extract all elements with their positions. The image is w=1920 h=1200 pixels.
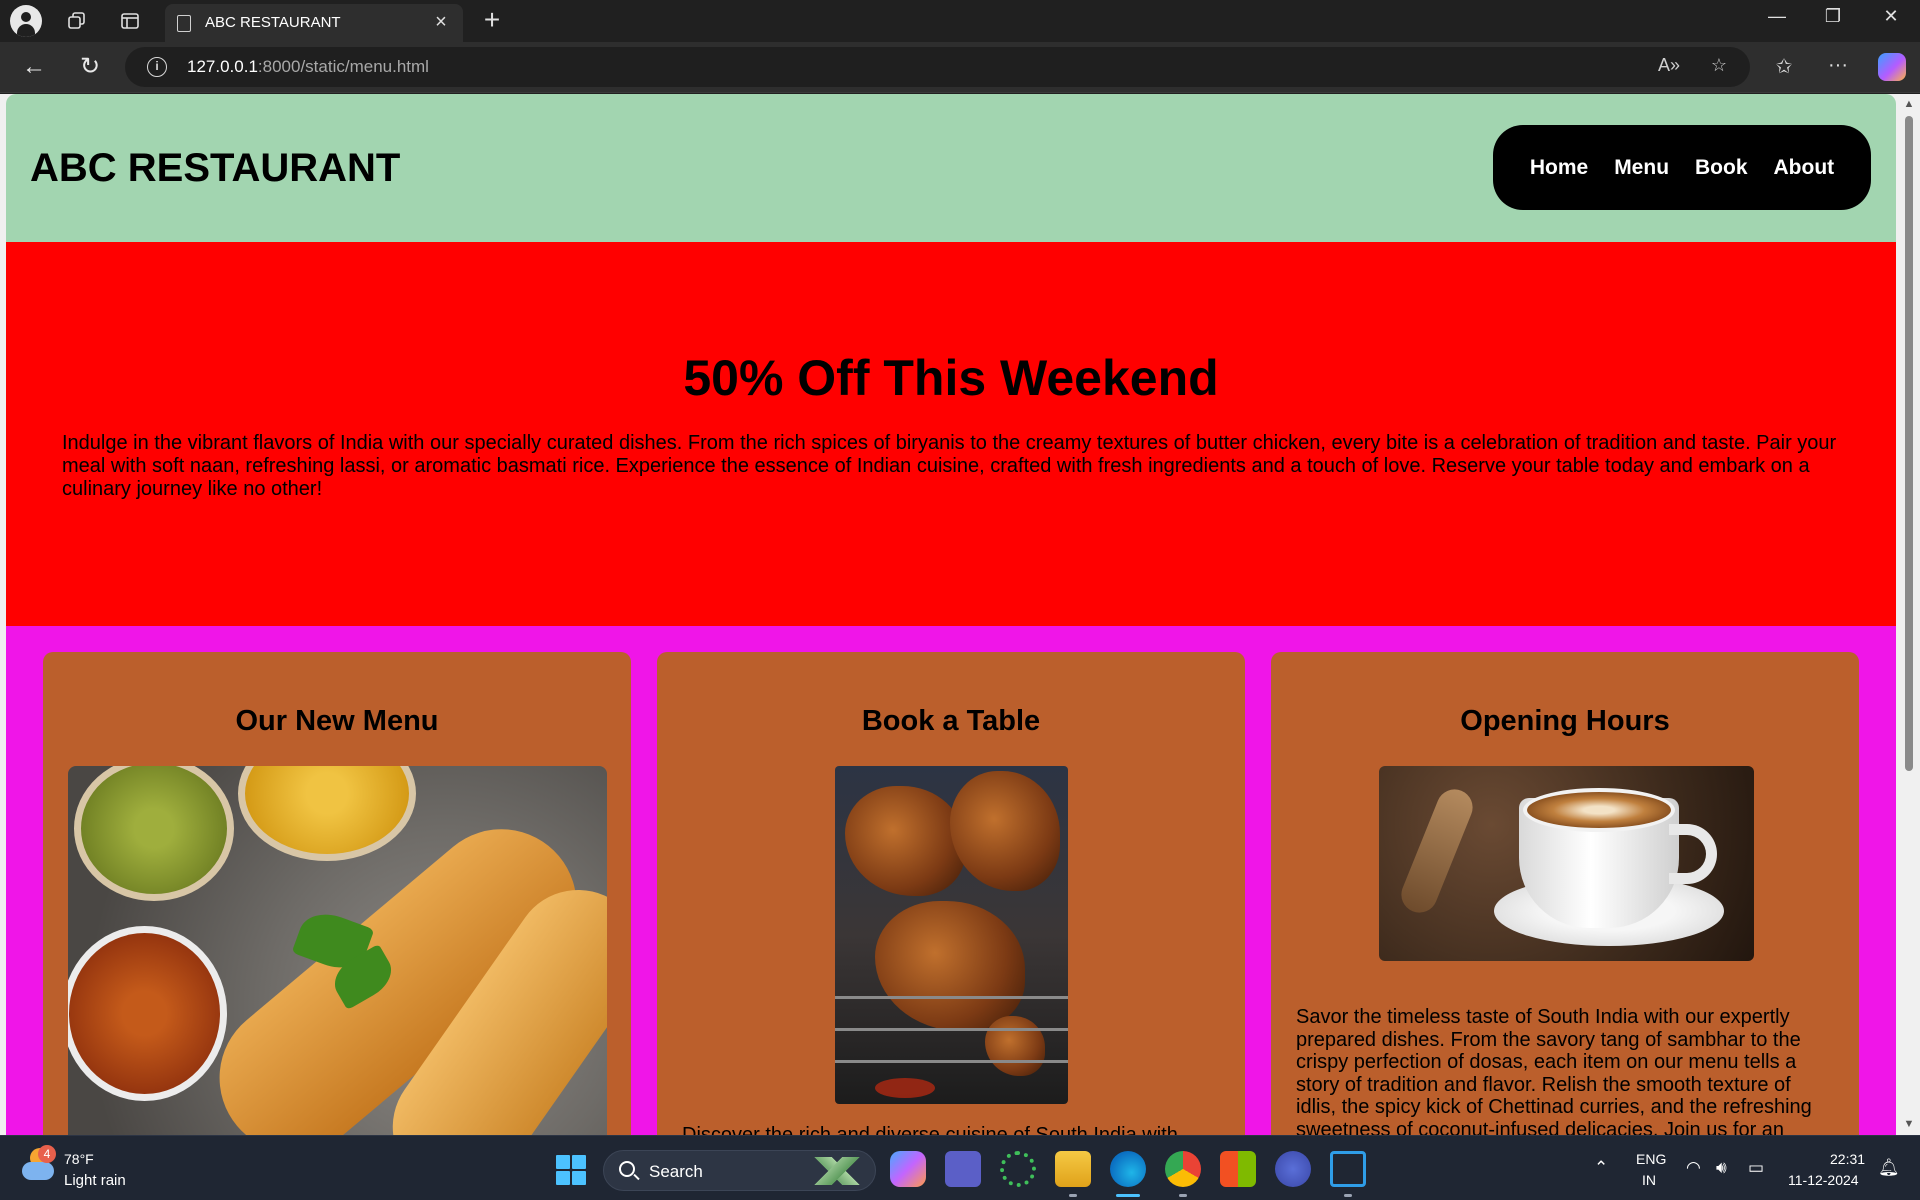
restore-button[interactable]: ❐ bbox=[1813, 6, 1853, 27]
vertical-tabs-icon[interactable] bbox=[115, 6, 145, 36]
nav-menu-link[interactable]: Menu bbox=[1601, 156, 1682, 180]
copilot-icon[interactable] bbox=[1878, 53, 1906, 81]
restaurant-page: ABC RESTAURANT Home Menu Book About 50% … bbox=[6, 94, 1896, 1135]
file-explorer-icon[interactable] bbox=[1055, 1151, 1091, 1187]
taskbar-search[interactable]: Search bbox=[603, 1150, 876, 1191]
clock-time[interactable]: 22:31 bbox=[1830, 1151, 1865, 1167]
card-opening-hours: Opening Hours Savor the timeless taste o… bbox=[1271, 652, 1859, 1135]
card-heading: Opening Hours bbox=[1460, 705, 1670, 737]
copilot-app-icon[interactable] bbox=[890, 1151, 926, 1187]
show-hidden-icons-chevron-icon[interactable]: ⌃ bbox=[1594, 1158, 1608, 1178]
card-heading: Book a Table bbox=[861, 705, 1041, 737]
site-info-icon[interactable]: i bbox=[147, 57, 167, 77]
promo-banner: 50% Off This Weekend Indulge in the vibr… bbox=[6, 242, 1896, 626]
more-options-icon[interactable]: ··· bbox=[1822, 54, 1854, 77]
workspaces-icon[interactable] bbox=[62, 6, 92, 36]
card-our-new-menu: Our New Menu bbox=[43, 652, 631, 1135]
address-bar[interactable]: i 127.0.0.1:8000/static/menu.html A» ☆ bbox=[125, 47, 1750, 87]
site-nav: Home Menu Book About bbox=[1493, 125, 1871, 210]
grilled-chicken-image bbox=[835, 766, 1068, 1104]
scroll-thumb[interactable] bbox=[1905, 116, 1913, 771]
promo-heading: 50% Off This Weekend bbox=[683, 350, 1219, 406]
browser-toolbar: ← ↻ i 127.0.0.1:8000/static/menu.html A»… bbox=[0, 42, 1920, 93]
card-text: Savor the timeless taste of South India … bbox=[1296, 1006, 1812, 1135]
favorite-star-icon[interactable]: ☆ bbox=[1705, 55, 1733, 76]
close-window-button[interactable]: ✕ bbox=[1871, 6, 1911, 27]
page-scrollbar[interactable]: ▲ ▼ bbox=[1897, 94, 1920, 1135]
latte-cup-image bbox=[1379, 766, 1754, 961]
vscode-icon[interactable] bbox=[1330, 1151, 1366, 1187]
search-highlight-icon bbox=[807, 1157, 867, 1185]
weather-badge: 4 bbox=[38, 1145, 56, 1163]
wifi-icon[interactable]: ◠ bbox=[1686, 1158, 1701, 1178]
windows-start-icon[interactable] bbox=[556, 1155, 586, 1185]
search-label: Search bbox=[649, 1162, 703, 1181]
teams-app-icon[interactable] bbox=[945, 1151, 981, 1187]
vpn-app-icon[interactable] bbox=[1275, 1151, 1311, 1187]
card-text: Discover the rich and diverse cuisine of… bbox=[682, 1124, 1178, 1135]
new-tab-button[interactable]: + bbox=[478, 4, 506, 36]
clock-date[interactable]: 11-12-2024 bbox=[1788, 1172, 1859, 1188]
page-icon bbox=[177, 15, 191, 32]
site-header: ABC RESTAURANT Home Menu Book About bbox=[6, 94, 1896, 242]
back-button[interactable]: ← bbox=[18, 51, 50, 83]
browser-titlebar: ABC RESTAURANT × + — ❐ ✕ bbox=[0, 0, 1920, 42]
edge-browser-icon[interactable] bbox=[1110, 1151, 1146, 1187]
scroll-down-icon[interactable]: ▼ bbox=[1902, 1118, 1916, 1130]
close-tab-icon[interactable]: × bbox=[429, 11, 453, 34]
battery-icon[interactable]: ▭ bbox=[1748, 1158, 1764, 1178]
promo-text: Indulge in the vibrant flavors of India … bbox=[62, 432, 1837, 500]
microsoft-store-icon[interactable] bbox=[1220, 1151, 1256, 1187]
cards-section: Our New Menu Book a Table Discover the r… bbox=[6, 626, 1896, 1135]
profile-icon[interactable] bbox=[10, 5, 42, 37]
nav-home-link[interactable]: Home bbox=[1517, 156, 1601, 180]
dosa-platter-image bbox=[68, 766, 607, 1135]
page-viewport: ABC RESTAURANT Home Menu Book About 50% … bbox=[0, 94, 1920, 1135]
circle-app-icon[interactable] bbox=[1000, 1151, 1036, 1187]
nav-about-link[interactable]: About bbox=[1761, 156, 1848, 180]
site-title: ABC RESTAURANT bbox=[30, 146, 401, 190]
tab-title: ABC RESTAURANT bbox=[205, 14, 341, 31]
card-book-a-table: Book a Table Discover the rich and diver… bbox=[657, 652, 1245, 1135]
scroll-up-icon[interactable]: ▲ bbox=[1902, 98, 1916, 110]
nav-book-link[interactable]: Book bbox=[1682, 156, 1761, 180]
volume-icon[interactable]: 🔊︎ bbox=[1716, 1158, 1727, 1178]
read-aloud-icon[interactable]: A» bbox=[1655, 55, 1683, 76]
url-text: 127.0.0.1:8000/static/menu.html bbox=[187, 57, 429, 76]
search-icon bbox=[619, 1161, 635, 1177]
weather-description: Light rain bbox=[64, 1172, 126, 1189]
refresh-button[interactable]: ↻ bbox=[74, 51, 106, 83]
card-heading: Our New Menu bbox=[235, 705, 439, 737]
windows-taskbar: 4 78°F Light rain Search ⌃ ENG IN ◠ 🔊︎ ▭… bbox=[0, 1135, 1920, 1200]
chrome-browser-icon[interactable] bbox=[1165, 1151, 1201, 1187]
language-indicator-top[interactable]: ENG bbox=[1636, 1151, 1666, 1167]
favorites-icon[interactable]: ✩ bbox=[1768, 54, 1800, 79]
language-indicator-bottom[interactable]: IN bbox=[1642, 1172, 1656, 1188]
notification-bell-icon[interactable]: 🔔︎ bbox=[1878, 1158, 1900, 1178]
minimize-button[interactable]: — bbox=[1757, 6, 1797, 27]
weather-temperature: 78°F bbox=[64, 1151, 94, 1167]
browser-tab[interactable]: ABC RESTAURANT × bbox=[165, 4, 463, 42]
